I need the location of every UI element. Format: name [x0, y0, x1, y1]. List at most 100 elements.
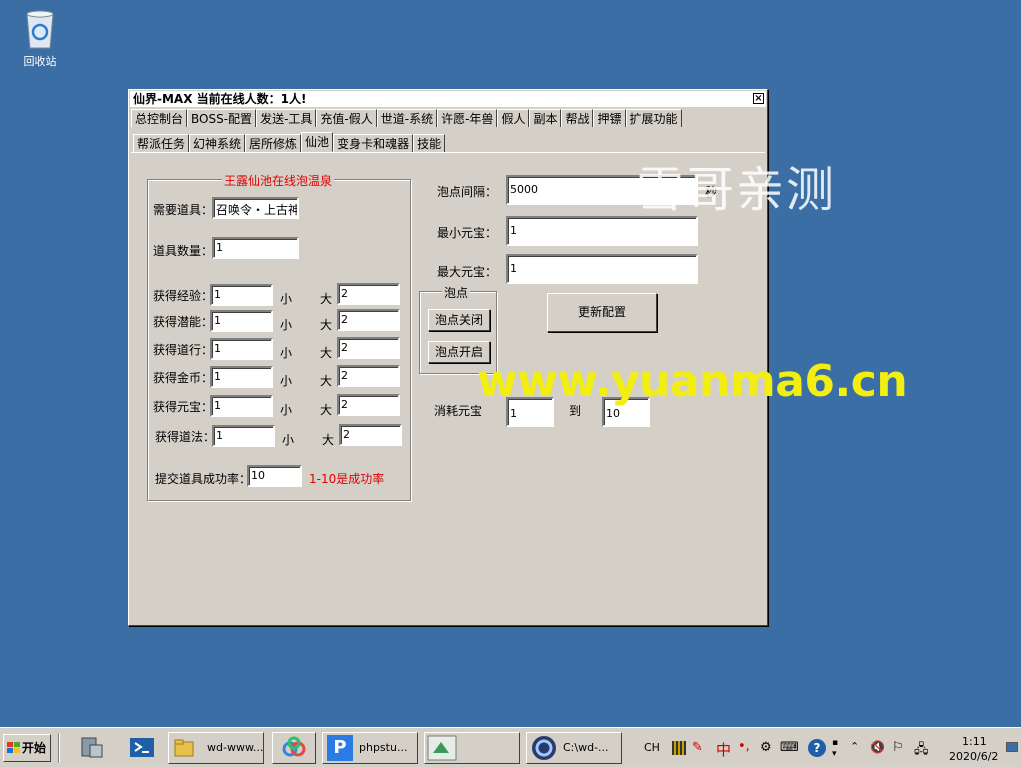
paodian-group-title: 泡点 [442, 284, 471, 301]
task-button-explorer[interactable]: wd-www... [168, 732, 264, 764]
tab-main-6[interactable]: 假人 [497, 109, 530, 127]
close-icon[interactable]: × [753, 93, 764, 104]
tab-main-1[interactable]: BOSS-配置 [187, 109, 257, 127]
task-button-phpstudy[interactable]: P phpstu... [322, 732, 418, 764]
interval-label: 泡点间隔： [437, 185, 498, 199]
ime-mode-indicator[interactable]: 中 [716, 739, 731, 760]
watermark-url: www.yuanma6.cn [477, 356, 908, 407]
server-manager-icon[interactable] [78, 735, 106, 761]
task-button-cloud[interactable] [272, 732, 316, 764]
hot-spring-group-title: 王露仙池在线泡温泉 [222, 172, 335, 189]
min-yuanbao-label: 最小元宝： [437, 226, 498, 240]
tab-sub-2[interactable]: 居所修炼 [245, 134, 302, 152]
reward-label: 获得经验： [153, 289, 214, 303]
task-label-console: C:\wd-... [563, 741, 609, 754]
reward-label: 获得潜能： [153, 315, 214, 329]
task-label-explorer: wd-www... [207, 741, 264, 754]
tab-main-8[interactable]: 帮战 [561, 109, 594, 127]
ime-punct-icon[interactable]: •, [738, 739, 752, 755]
reward-min-input[interactable]: 1 [210, 310, 273, 332]
powershell-icon[interactable] [128, 735, 156, 761]
ime-settings-icon[interactable]: ⚙ [760, 740, 776, 756]
success-rate-hint: 1-10是成功率 [309, 472, 385, 486]
small-label: 小 [282, 433, 295, 447]
quantity-input[interactable]: 1 [212, 237, 299, 259]
tab-main-2[interactable]: 发送-工具 [256, 109, 317, 127]
clock-date[interactable]: 2020/6/2 [949, 750, 998, 763]
ime-toolbar-options-icon[interactable]: ▪ ▾ [832, 738, 842, 760]
big-label: 大 [320, 403, 333, 417]
network-icon[interactable]: 🖧 [914, 740, 929, 762]
recycle-bin-icon [23, 8, 57, 50]
cloud-app-icon [282, 736, 306, 757]
quantity-label: 道具数量： [153, 244, 214, 258]
tab-sub-3[interactable]: 仙池 [301, 132, 334, 152]
big-label: 大 [320, 374, 333, 388]
title-bar: 仙界-MAX 当前在线人数：1人! × [130, 91, 766, 107]
watermark-text: 雪哥亲测 [636, 162, 837, 218]
reward-min-input[interactable]: 1 [210, 366, 273, 388]
item-label: 需要道具： [153, 203, 214, 217]
big-label: 大 [320, 318, 333, 332]
tab-sub-0[interactable]: 帮派任务 [133, 134, 190, 152]
update-config-button[interactable]: 更新配置 [547, 293, 657, 332]
tab-main-0[interactable]: 总控制台 [131, 109, 188, 127]
ime-softkeyboard-icon[interactable]: ⌨ [780, 740, 799, 756]
reward-max-input[interactable]: 2 [337, 365, 400, 387]
item-input[interactable]: 召唤令・上古神 [212, 197, 299, 219]
phpstudy-icon: P [327, 735, 353, 761]
reward-max-input[interactable]: 2 [337, 283, 400, 305]
tab-row-sub: 帮派任务 幻神系统 居所修炼 仙池 变身卡和魂器 技能 [133, 132, 446, 152]
reward-min-input[interactable]: 1 [212, 425, 275, 447]
tab-sub-4[interactable]: 变身卡和魂器 [333, 134, 414, 152]
reward-min-input[interactable]: 1 [210, 338, 273, 360]
tab-sub-5[interactable]: 技能 [413, 134, 446, 152]
task-label-phpstudy: phpstu... [359, 741, 408, 754]
reward-min-input[interactable]: 1 [210, 395, 273, 417]
start-button[interactable]: 开始 [3, 734, 51, 762]
help-icon[interactable]: ? [808, 739, 826, 757]
max-yuanbao-label: 最大元宝： [437, 265, 498, 279]
chevron-up-icon[interactable]: ⌃ [850, 740, 859, 753]
big-label: 大 [322, 433, 335, 447]
clock-time[interactable]: 1:11 [962, 735, 987, 748]
language-indicator[interactable]: CH [644, 741, 660, 754]
taskbar-separator [58, 733, 60, 763]
task-button-console[interactable]: C:\wd-... [526, 732, 622, 764]
big-label: 大 [320, 292, 333, 306]
small-label: 小 [280, 403, 293, 417]
tab-main-5[interactable]: 许愿-年兽 [437, 109, 498, 127]
start-label: 开始 [22, 741, 47, 755]
show-desktop-icon[interactable] [1006, 742, 1018, 752]
tab-sub-1[interactable]: 幻神系统 [189, 134, 246, 152]
hot-spring-group: 王露仙池在线泡温泉 需要道具： 召唤令・上古神 道具数量： 1 获得经验： 1 小大… [147, 172, 411, 501]
tab-main-9[interactable]: 押镖 [593, 109, 626, 127]
task-button-app[interactable] [424, 732, 520, 764]
tab-main-3[interactable]: 充值-假人 [316, 109, 377, 127]
tab-main-10[interactable]: 扩展功能 [625, 109, 682, 127]
flag-icon[interactable]: ⚐ [892, 740, 904, 755]
ime-pen-icon[interactable]: ✎ [692, 740, 708, 756]
reward-min-input[interactable]: 1 [210, 284, 273, 306]
reward-max-input[interactable]: 2 [337, 337, 400, 359]
min-yuanbao-input[interactable]: 1 [506, 216, 698, 246]
reward-label: 获得道行： [153, 343, 214, 357]
tab-row-main: 总控制台 BOSS-配置 发送-工具 充值-假人 世道-系统 许愿-年兽 假人 副本 帮战 押镖扩… [131, 109, 682, 127]
speaker-muted-icon[interactable]: 🔇 [870, 740, 885, 754]
windows-flag-icon [7, 742, 20, 753]
tab-main-7[interactable]: 副本 [529, 109, 562, 127]
system-tray: CH ✎ 中 •, ⚙ ⌨ ? ▪ ▾ ⌃ 🔇 ⚐ 🖧 1:11 2020/6/2 [636, 732, 1021, 764]
reward-max-input[interactable]: 2 [339, 424, 402, 446]
ime-grid-icon[interactable] [672, 741, 686, 755]
recycle-bin[interactable]: 回收站 [16, 8, 64, 69]
success-rate-input[interactable]: 10 [247, 465, 302, 487]
max-yuanbao-input[interactable]: 1 [506, 254, 698, 284]
tab-main-4[interactable]: 世道-系统 [376, 109, 438, 127]
reward-max-input[interactable]: 2 [337, 309, 400, 331]
paodian-close-button[interactable]: 泡点关闭 [428, 309, 490, 331]
recycle-bin-label: 回收站 [23, 55, 57, 68]
window-title: 仙界-MAX 当前在线人数：1人! [133, 92, 307, 106]
reward-max-input[interactable]: 2 [337, 394, 400, 416]
taskbar: 开始 wd-www... P phpstu... C:\wd-... CH ✎ … [0, 727, 1021, 767]
reward-label: 获得元宝： [153, 400, 214, 414]
